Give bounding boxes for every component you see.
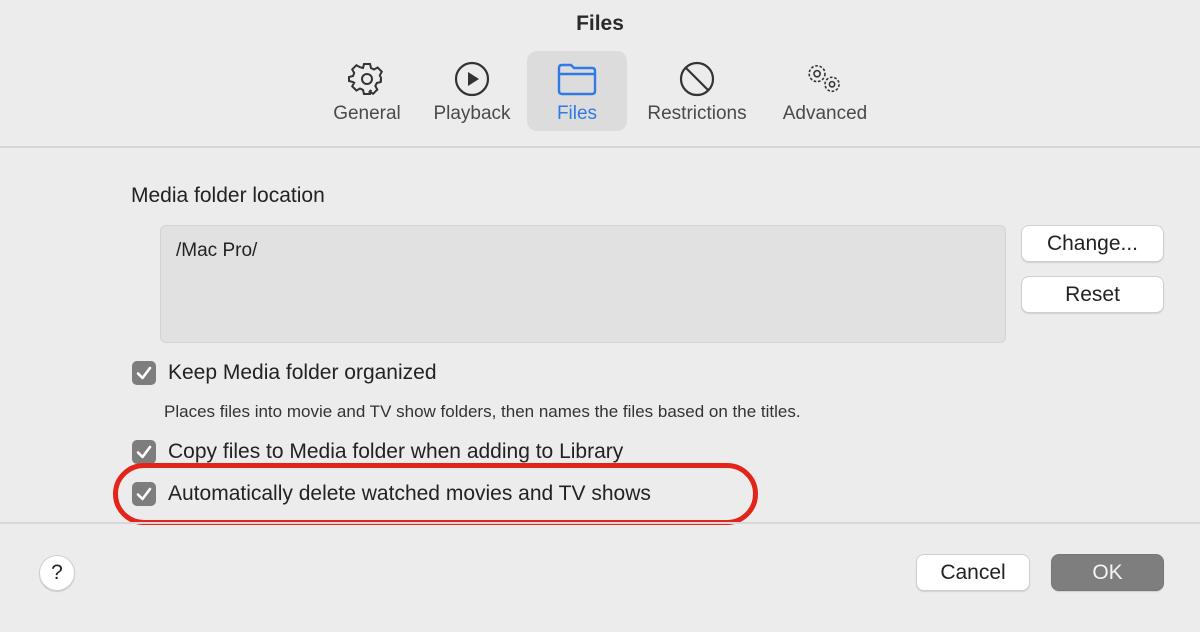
- tab-playback-label: Playback: [433, 103, 511, 124]
- checkmark-icon: [136, 487, 152, 501]
- auto-delete-label: Automatically delete watched movies and …: [168, 482, 651, 505]
- cancel-button[interactable]: Cancel: [916, 554, 1030, 591]
- media-folder-label: Media folder location: [131, 184, 325, 207]
- folder-icon: [555, 57, 599, 101]
- copy-files-checkbox[interactable]: [132, 440, 156, 464]
- tab-files[interactable]: Files: [527, 51, 627, 131]
- tab-files-label: Files: [556, 103, 598, 124]
- tab-restrictions[interactable]: Restrictions: [636, 51, 758, 131]
- keep-organized-label: Keep Media folder organized: [168, 361, 437, 384]
- checkmark-icon: [136, 445, 152, 459]
- tab-restrictions-label: Restrictions: [647, 103, 747, 124]
- auto-delete-checkbox[interactable]: [132, 482, 156, 506]
- preferences-window: Files General Playback Files Restriction…: [0, 0, 1200, 632]
- prohibited-icon: [675, 57, 719, 101]
- play-circle-icon: [450, 57, 494, 101]
- tab-general[interactable]: General: [326, 51, 408, 131]
- keep-organized-hint: Places files into movie and TV show fold…: [164, 402, 801, 421]
- tab-general-label: General: [333, 103, 401, 124]
- ok-button[interactable]: OK: [1051, 554, 1164, 591]
- checkmark-icon: [136, 366, 152, 380]
- help-button[interactable]: ?: [39, 555, 75, 591]
- change-button[interactable]: Change...: [1021, 225, 1164, 262]
- reset-button[interactable]: Reset: [1021, 276, 1164, 313]
- copy-files-label: Copy files to Media folder when adding t…: [168, 440, 624, 463]
- window-title: Files: [576, 12, 624, 35]
- tab-playback[interactable]: Playback: [424, 51, 520, 131]
- option-keep-organized[interactable]: Keep Media folder organized: [132, 361, 437, 385]
- tab-advanced-label: Advanced: [782, 103, 868, 124]
- gears-icon: [803, 57, 847, 101]
- option-auto-delete[interactable]: Automatically delete watched movies and …: [132, 482, 651, 506]
- option-copy-files[interactable]: Copy files to Media folder when adding t…: [132, 440, 623, 464]
- media-folder-path: /Mac Pro/: [176, 240, 258, 261]
- gear-icon: [345, 57, 389, 101]
- tab-advanced[interactable]: Advanced: [772, 51, 878, 131]
- media-folder-path-field: /Mac Pro/: [160, 225, 1006, 343]
- keep-organized-checkbox[interactable]: [132, 361, 156, 385]
- footer-divider: [0, 522, 1200, 524]
- toolbar: Files General Playback Files Restriction…: [0, 0, 1200, 148]
